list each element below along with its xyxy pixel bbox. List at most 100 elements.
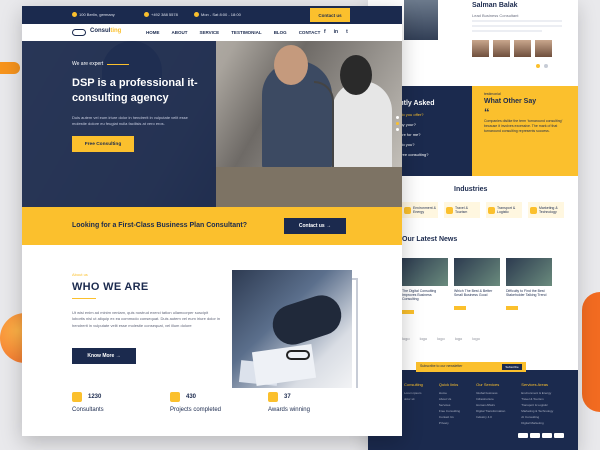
industry-card[interactable]: Travel & Tourism (444, 202, 480, 218)
stat-consultants: 1230 Consultants (72, 392, 142, 422)
news-headline: Difficulty to Find the Best Stakeholder … (506, 289, 547, 297)
footer-link[interactable]: Industry 4.0 (476, 415, 505, 419)
about-image (232, 270, 352, 388)
slider-dot[interactable] (544, 64, 548, 68)
slider-dot[interactable] (536, 64, 540, 68)
about-description: Ut wisi enim ad minim veniam, quis nostr… (72, 310, 221, 328)
hero-section: We are expert DSP is a professional it-c… (22, 41, 402, 207)
team-member-photo (404, 0, 438, 40)
know-more-button[interactable]: Know More → (72, 348, 136, 364)
award-icon (268, 392, 278, 402)
industries-list: Environment & Energy Travel & Tourism Tr… (402, 202, 564, 218)
industry-card[interactable]: Environment & Energy (402, 202, 438, 218)
news-image (506, 258, 552, 286)
about-title: WHO WE ARE (72, 281, 149, 293)
team-thumb[interactable] (514, 40, 531, 57)
nav-link-testimonial[interactable]: TESTIMONIAL (231, 30, 262, 35)
industry-card[interactable]: Marketing & Technology (528, 202, 564, 218)
footer-link[interactable]: Home (439, 391, 460, 395)
team-thumb[interactable] (535, 40, 552, 57)
slider-dot[interactable] (396, 122, 399, 125)
footer-link[interactable]: AI Consulting (521, 415, 553, 419)
footer-link[interactable]: dolor sit (404, 397, 423, 401)
footer-column: Consulting Lorem ipsum dolor sit (404, 382, 423, 450)
payment-icons (518, 433, 564, 438)
travel-icon (446, 206, 453, 214)
stat-label: Consultants (72, 407, 104, 413)
partner-logo: logo (472, 336, 480, 341)
team-thumb[interactable] (493, 40, 510, 57)
stats-row: 1230 Consultants 430 Projects completed … (72, 392, 338, 422)
industries-title: Industries (454, 186, 488, 193)
subscribe-button[interactable]: Subscribe (502, 364, 522, 370)
footer-link[interactable]: Infrastructure (476, 397, 505, 401)
hero-description: Duis autem vel eum iriure dolor in hendr… (72, 115, 188, 127)
transport-icon (488, 206, 495, 214)
stat-projects: 430 Projects completed (170, 392, 240, 422)
nav-link-home[interactable]: HOME (146, 30, 160, 35)
footer-link[interactable]: Digital Marketing (521, 421, 553, 425)
contact-us-button[interactable]: Contact us (310, 8, 350, 22)
footer-column-title: Quick links (438, 382, 459, 387)
news-title: Our Latest News (402, 236, 458, 243)
news-headline: The Digital Consulting Improves Business… (402, 289, 437, 301)
footer-link[interactable]: Lorem ipsum (404, 391, 423, 395)
phone-item: +492 388 5578 (144, 12, 178, 17)
clock-icon (194, 12, 199, 17)
footer-column: Our Services Global business Infrastruct… (476, 382, 505, 450)
partner-logo: logo (402, 336, 410, 341)
news-card[interactable]: Difficulty to Find the Best Stakeholder … (506, 258, 552, 319)
stat-label: Projects completed (170, 407, 222, 413)
hours-text: Mon - Sat 8:00 - 18:00 (201, 12, 241, 17)
industry-card[interactable]: Transport & Logistic (486, 202, 522, 218)
team-member-name: Salman Balak (472, 2, 518, 9)
phone-icon (144, 12, 149, 17)
stat-awards: 37 Awards winning (268, 392, 338, 422)
footer-link[interactable]: Services (439, 403, 460, 407)
paypal-icon (542, 433, 552, 438)
nav-link-about[interactable]: ABOUT (172, 30, 188, 35)
testimonial-eyebrow: testimonial (484, 92, 501, 96)
top-info-bar: 100 Berlin, germany +492 388 5578 Mon - … (22, 6, 402, 24)
news-headline: Which The Best & Better Small Business G… (454, 289, 493, 297)
footer-link[interactable]: Global business (476, 391, 505, 395)
nav-link-contact[interactable]: CONTACT (299, 30, 321, 35)
footer-link[interactable]: Contact Us (439, 415, 460, 419)
footer-column: Services Areas Environment & Energy Trav… (521, 382, 553, 450)
news-card[interactable]: Which The Best & Better Small Business G… (454, 258, 500, 319)
logo-icon[interactable] (72, 29, 86, 36)
partner-logo: logo (419, 336, 428, 341)
footer-link[interactable]: Human Affairs (476, 403, 505, 407)
footer-link[interactable]: About Us (439, 397, 460, 401)
footer-link[interactable]: Privacy (439, 421, 460, 425)
footer-column-title: Services Areas (521, 382, 548, 387)
facebook-icon[interactable]: f (324, 29, 326, 35)
partner-logos: logo logo logo logo logo (402, 336, 480, 341)
hero-slider-dots (396, 116, 399, 131)
team-thumb[interactable] (472, 40, 489, 57)
partner-logo: logo (437, 336, 445, 341)
industry-label: Environment & Energy (413, 206, 436, 214)
news-card[interactable]: The Digital Consulting Improves Business… (402, 258, 448, 319)
mastercard-icon (530, 433, 540, 438)
linkedin-icon[interactable]: in (334, 29, 338, 35)
testimonial-text: Companies dislike the term ‘turnaround c… (484, 119, 563, 133)
nav-link-blog[interactable]: BLOG (274, 30, 287, 35)
footer-link[interactable]: Travel & Tourism (521, 397, 553, 401)
footer-link[interactable]: Marketing & Technology (521, 409, 553, 413)
footer-link[interactable]: Digital Transformation (476, 409, 505, 413)
nav-link-service[interactable]: SERVICE (200, 30, 220, 35)
team-member-role: Lead Business Consultant (472, 13, 519, 18)
logo-text[interactable]: Consulting (90, 28, 121, 34)
footer-link[interactable]: Transport & Logistic (521, 403, 553, 407)
slider-dot[interactable] (396, 116, 399, 119)
footer-link[interactable]: Environment & Energy (521, 391, 553, 395)
footer-link[interactable]: Free Consulting (439, 409, 460, 413)
projects-icon (170, 392, 180, 402)
twitter-icon[interactable]: t (346, 29, 348, 35)
free-consulting-button[interactable]: Free Consulting (72, 136, 134, 153)
cta-contact-button[interactable]: Contact us → (284, 218, 346, 234)
slider-dot[interactable] (396, 128, 399, 131)
hours-item: Mon - Sat 8:00 - 18:00 (194, 12, 241, 17)
news-tag (454, 306, 466, 310)
